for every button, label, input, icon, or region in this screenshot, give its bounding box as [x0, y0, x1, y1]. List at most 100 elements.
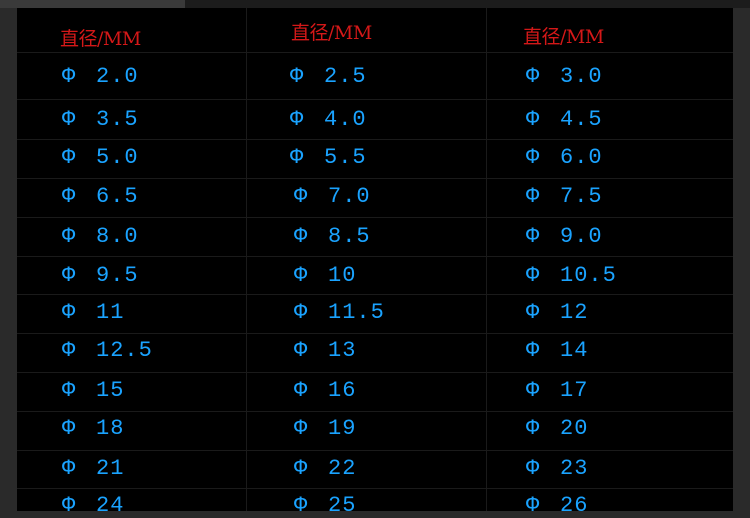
- diameter-value: 26: [560, 493, 589, 518]
- diameter-symbol: Φ: [62, 456, 77, 481]
- diameter-value: 12.5: [96, 338, 153, 363]
- table-cell: Φ 21: [62, 456, 124, 481]
- diameter-symbol: Φ: [526, 107, 541, 132]
- diameter-value: 5.5: [324, 145, 367, 170]
- table-cell: Φ 10: [294, 263, 356, 288]
- diameter-value: 21: [96, 456, 125, 481]
- table-cell: Φ 8.5: [294, 224, 371, 249]
- diameter-symbol: Φ: [62, 107, 77, 132]
- column-divider: [246, 8, 247, 511]
- row-divider: [17, 217, 733, 218]
- diameter-symbol: Φ: [526, 338, 541, 363]
- table-cell: Φ 2.5: [290, 64, 367, 89]
- diameter-value: 3.5: [96, 107, 139, 132]
- table-cell: Φ 24: [62, 493, 124, 518]
- diameter-value: 6.5: [96, 184, 139, 209]
- diameter-value: 25: [328, 493, 357, 518]
- diameter-symbol: Φ: [294, 224, 309, 249]
- diameter-symbol: Φ: [294, 416, 309, 441]
- diameter-symbol: Φ: [62, 378, 77, 403]
- table-cell: Φ 17: [526, 378, 588, 403]
- table-cell: Φ 10.5: [526, 263, 617, 288]
- table-cell: Φ 15: [62, 378, 124, 403]
- diameter-value: 20: [560, 416, 589, 441]
- table-cell: Φ 19: [294, 416, 356, 441]
- column-divider: [486, 8, 487, 511]
- diameter-value: 2.0: [96, 64, 139, 89]
- table-cell: Φ 2.0: [62, 64, 139, 89]
- diameter-symbol: Φ: [526, 416, 541, 441]
- diameter-symbol: Φ: [62, 263, 77, 288]
- row-divider: [17, 488, 733, 489]
- row-divider: [17, 256, 733, 257]
- diameter-symbol: Φ: [62, 300, 77, 325]
- row-divider: [17, 294, 733, 295]
- diameter-symbol: Φ: [62, 64, 77, 89]
- diameter-value: 11.5: [328, 300, 385, 325]
- diameter-symbol: Φ: [62, 338, 77, 363]
- diameter-value: 9.0: [560, 224, 603, 249]
- row-divider: [17, 99, 733, 100]
- table-cell: Φ 3.0: [526, 64, 603, 89]
- diameter-symbol: Φ: [294, 493, 309, 518]
- table-cell: Φ 9.5: [62, 263, 139, 288]
- diameter-value: 7.0: [328, 184, 371, 209]
- diameter-value: 4.0: [324, 107, 367, 132]
- diameter-value: 8.5: [328, 224, 371, 249]
- diameter-value: 12: [560, 300, 589, 325]
- diameter-symbol: Φ: [290, 145, 305, 170]
- table-cell: Φ 18: [62, 416, 124, 441]
- diameter-value: 3.0: [560, 64, 603, 89]
- diameter-value: 9.5: [96, 263, 139, 288]
- diameter-symbol: Φ: [294, 184, 309, 209]
- diameter-value: 15: [96, 378, 125, 403]
- diameter-value: 2.5: [324, 64, 367, 89]
- table-cell: Φ 12: [526, 300, 588, 325]
- diameter-value: 22: [328, 456, 357, 481]
- diameter-symbol: Φ: [290, 107, 305, 132]
- diameter-value: 5.0: [96, 145, 139, 170]
- table-cell: Φ 4.5: [526, 107, 603, 132]
- diameter-symbol: Φ: [294, 300, 309, 325]
- diameter-symbol: Φ: [294, 378, 309, 403]
- table-cell: Φ 3.5: [62, 107, 139, 132]
- table-cell: Φ 5.0: [62, 145, 139, 170]
- table-cell: Φ 12.5: [62, 338, 153, 363]
- diameter-symbol: Φ: [526, 456, 541, 481]
- row-divider: [17, 372, 733, 373]
- table-cell: Φ 6.0: [526, 145, 603, 170]
- top-bar: [0, 0, 750, 8]
- table-cell: Φ 22: [294, 456, 356, 481]
- diameter-symbol: Φ: [62, 224, 77, 249]
- table-cell: Φ 8.0: [62, 224, 139, 249]
- diameter-value: 23: [560, 456, 589, 481]
- diameter-value: 11: [96, 300, 125, 325]
- diameter-value: 18: [96, 416, 125, 441]
- table-cell: Φ 6.5: [62, 184, 139, 209]
- diameter-symbol: Φ: [62, 416, 77, 441]
- row-divider: [17, 450, 733, 451]
- table-cell: Φ 9.0: [526, 224, 603, 249]
- table-cell: Φ 7.5: [526, 184, 603, 209]
- diameter-symbol: Φ: [526, 184, 541, 209]
- diameter-value: 13: [328, 338, 357, 363]
- diameter-value: 4.5: [560, 107, 603, 132]
- diameter-value: 24: [96, 493, 125, 518]
- diameter-value: 19: [328, 416, 357, 441]
- table-cell: Φ 11.5: [294, 300, 385, 325]
- diameter-symbol: Φ: [526, 493, 541, 518]
- row-divider: [17, 333, 733, 334]
- diameter-table: 直径/MM 直径/MM 直径/MM Φ 2.0 Φ 2.5 Φ 3.0 Φ 3.5 Φ 4.0 Φ 4…: [17, 8, 733, 518]
- top-bar-tab: [185, 0, 750, 8]
- diameter-symbol: Φ: [294, 263, 309, 288]
- column-header: 直径/MM: [60, 28, 141, 50]
- row-divider: [17, 178, 733, 179]
- diameter-value: 6.0: [560, 145, 603, 170]
- diameter-symbol: Φ: [526, 64, 541, 89]
- diameter-value: 16: [328, 378, 357, 403]
- diameter-value: 17: [560, 378, 589, 403]
- diameter-symbol: Φ: [62, 184, 77, 209]
- row-divider: [17, 411, 733, 412]
- column-header: 直径/MM: [523, 26, 604, 48]
- diameter-value: 14: [560, 338, 589, 363]
